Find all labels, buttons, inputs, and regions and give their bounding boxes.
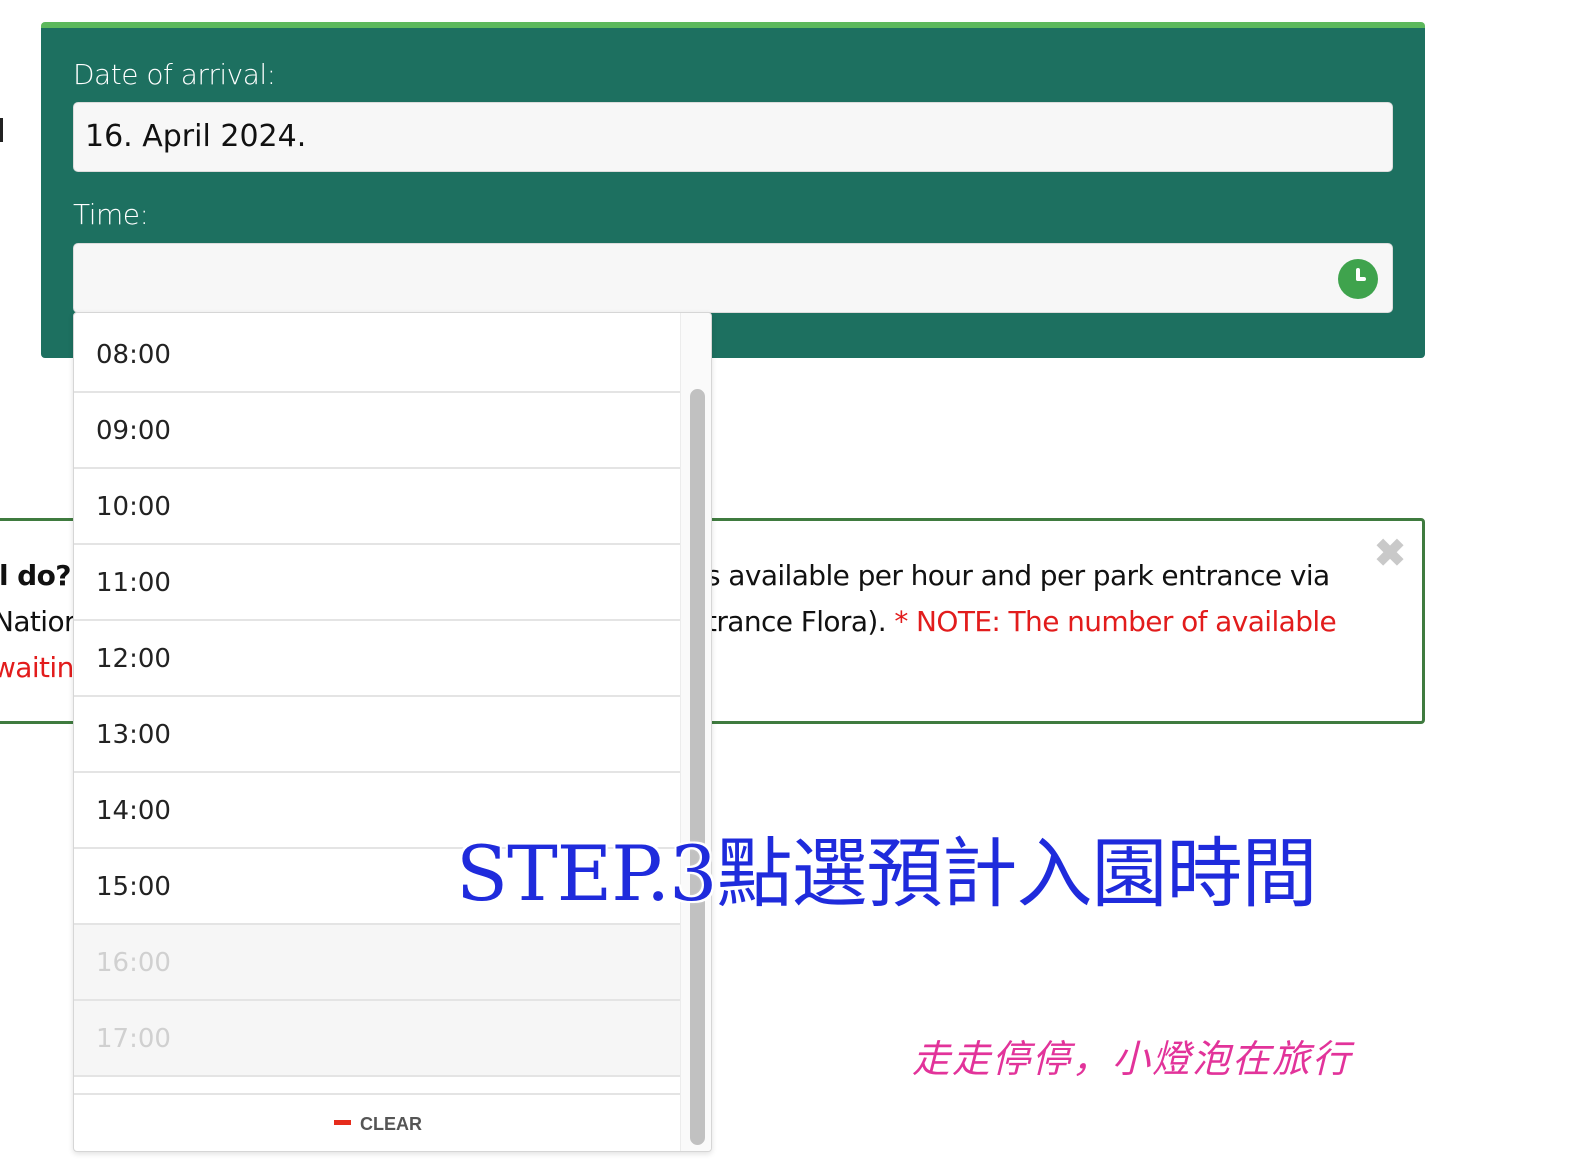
time-option[interactable]: 12:00	[74, 621, 682, 697]
time-option[interactable]: 10:00	[74, 469, 682, 545]
info-text-right-1: s available per hour and per park entran…	[706, 559, 1330, 592]
scrollbar-thumb[interactable]	[690, 389, 705, 1145]
time-option[interactable]: 11:00	[74, 545, 682, 621]
time-option-disabled: 16:00	[74, 925, 682, 1001]
time-option[interactable]: 13:00	[74, 697, 682, 773]
close-icon[interactable]: ✖	[1374, 535, 1406, 573]
clear-label: CLEAR	[360, 1114, 422, 1134]
time-label: Time:	[73, 198, 149, 231]
info-text-left-3: waitin	[0, 651, 74, 684]
clear-button[interactable]: CLEAR	[74, 1093, 682, 1151]
time-option[interactable]: 08:00	[74, 317, 682, 393]
minus-icon	[334, 1119, 351, 1125]
watermark: 走走停停，小燈泡在旅行	[912, 1037, 1353, 1081]
date-input[interactable]: 16. April 2024.	[73, 102, 1393, 172]
time-option-disabled: 17:00	[74, 1001, 682, 1077]
date-label: Date of arrival:	[73, 58, 276, 91]
clock-icon[interactable]	[1338, 259, 1378, 299]
time-input[interactable]	[73, 243, 1393, 313]
info-note: * NOTE: The number of available	[894, 605, 1337, 638]
info-text-right-2: trance Flora). * NOTE: The number of ava…	[706, 605, 1337, 638]
time-option[interactable]: 09:00	[74, 393, 682, 469]
page-edge-fragment	[0, 118, 3, 142]
info-text-right-2a: trance Flora).	[706, 605, 895, 638]
time-dropdown: 08:00 09:00 10:00 11:00 12:00 13:00 14:0…	[73, 312, 712, 1152]
info-question: l do?	[0, 559, 71, 592]
scrollbar[interactable]	[680, 313, 711, 1151]
reservation-form-panel: Date of arrival: 16. April 2024. Time:	[41, 22, 1425, 358]
step-caption: STEP.3點選預計入園時間	[456, 829, 1317, 918]
time-option-list: 08:00 09:00 10:00 11:00 12:00 13:00 14:0…	[74, 317, 682, 1077]
info-text-left-2: Natior	[0, 605, 76, 638]
